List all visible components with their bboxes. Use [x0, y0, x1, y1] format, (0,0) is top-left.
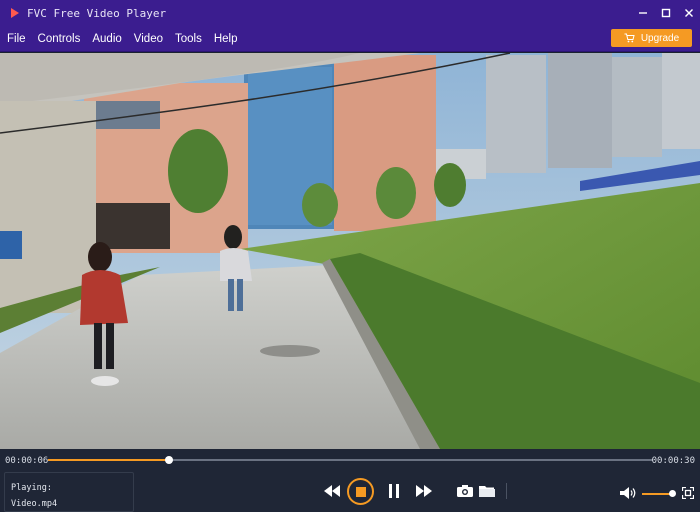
- volume-slider[interactable]: [642, 493, 672, 495]
- app-logo-icon: [9, 8, 21, 18]
- window-title: FVC Free Video Player: [27, 6, 167, 20]
- window-controls: [631, 0, 700, 26]
- menu-controls[interactable]: Controls: [38, 33, 81, 45]
- control-bar: Playing: Video.mp4: [0, 471, 700, 512]
- seek-track[interactable]: [48, 456, 653, 464]
- current-time: 00:00:06: [5, 456, 49, 466]
- menu-help[interactable]: Help: [214, 33, 238, 45]
- rewind-icon[interactable]: [322, 483, 342, 499]
- menu-bar: File Controls Audio Video Tools Help Upg…: [0, 26, 700, 52]
- volume-icon[interactable]: [618, 485, 638, 501]
- stop-icon: [355, 486, 366, 497]
- maximize-icon[interactable]: [654, 0, 677, 26]
- fullscreen-icon[interactable]: [681, 486, 695, 500]
- seek-handle[interactable]: [165, 456, 173, 464]
- open-folder-icon[interactable]: [478, 483, 496, 499]
- video-frame: [0, 53, 700, 449]
- stop-button[interactable]: [347, 478, 374, 505]
- snapshot-icon[interactable]: [456, 483, 474, 499]
- file-name: Video.mp4: [11, 499, 58, 509]
- playing-label: Playing:: [11, 483, 52, 493]
- progress-bar: 00:00:06 00:00:30: [0, 449, 700, 471]
- menu-video[interactable]: Video: [134, 33, 163, 45]
- seek-progress: [48, 459, 169, 461]
- minimize-icon[interactable]: [631, 0, 654, 26]
- menu-tools[interactable]: Tools: [175, 33, 202, 45]
- now-playing-panel: Playing: Video.mp4: [4, 472, 134, 512]
- video-display[interactable]: [0, 53, 700, 449]
- menu-audio[interactable]: Audio: [92, 33, 121, 45]
- close-icon[interactable]: [677, 0, 700, 26]
- pause-icon[interactable]: [385, 482, 403, 500]
- menu-file[interactable]: File: [7, 33, 26, 45]
- control-separator: [506, 483, 507, 499]
- volume-handle[interactable]: [669, 490, 676, 497]
- title-bar: FVC Free Video Player: [0, 0, 700, 26]
- cart-icon: [624, 33, 635, 43]
- upgrade-button[interactable]: Upgrade: [611, 29, 692, 47]
- upgrade-label: Upgrade: [640, 32, 680, 44]
- total-time: 00:00:30: [651, 456, 695, 466]
- fast-forward-icon[interactable]: [414, 483, 434, 499]
